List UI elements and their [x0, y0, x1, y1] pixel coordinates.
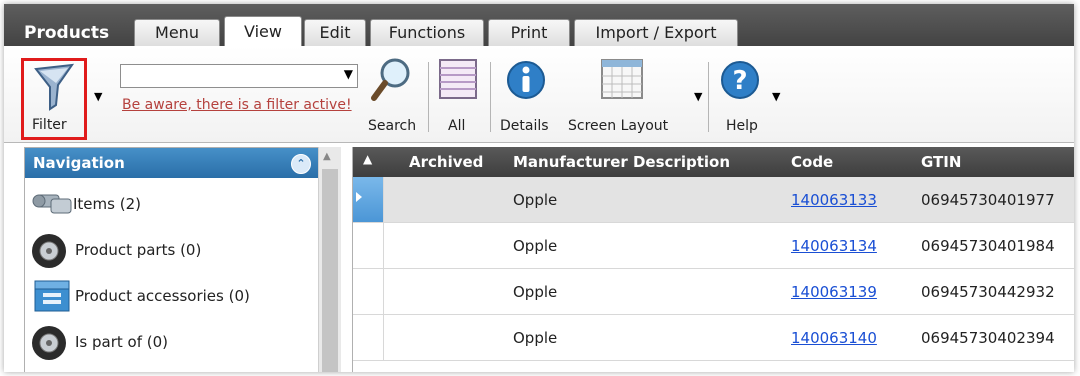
screen-layout-label: Screen Layout	[568, 118, 669, 134]
tab-menu[interactable]: Menu	[134, 19, 220, 46]
help-label: Help	[726, 118, 758, 134]
grid-header: ▲ Archived Manufacturer Description Code…	[353, 147, 1074, 177]
filter-dropdown-arrow[interactable]: ▼	[94, 90, 102, 103]
help-icon: ?	[721, 61, 759, 99]
navigation-scrollbar[interactable]: ▲	[318, 147, 341, 372]
details-button[interactable]: Details	[496, 56, 558, 138]
scroll-up-icon[interactable]: ▲	[323, 151, 331, 162]
row-selector[interactable]	[353, 315, 384, 360]
bolts-icon	[32, 194, 72, 214]
funnel-icon	[34, 63, 75, 111]
magnifier-icon	[371, 58, 410, 101]
nav-item-label: Product accessories (0)	[75, 287, 250, 305]
sort-ascending-icon[interactable]: ▲	[363, 152, 372, 166]
all-button[interactable]: All	[434, 56, 482, 138]
nav-item-label: Is part of (0)	[75, 333, 169, 351]
cell-manufacturer: Opple	[513, 329, 558, 347]
results-grid: ▲ Archived Manufacturer Description Code…	[352, 147, 1074, 372]
table-row[interactable]: Opple 140063139 06945730442932	[353, 269, 1074, 315]
tab-import-export[interactable]: Import / Export	[574, 19, 738, 46]
app-window: Products Menu View Edit Functions Print …	[4, 4, 1074, 372]
separator	[428, 62, 429, 132]
cell-gtin: 06945730402394	[921, 329, 1055, 347]
list-icon	[439, 59, 477, 99]
column-header-gtin[interactable]: GTIN	[921, 153, 961, 171]
all-label: All	[448, 118, 466, 134]
filter-combo[interactable]: ▼	[120, 64, 358, 88]
separator	[490, 62, 491, 132]
ribbon-toolbar: Filter ▼ ▼ Be aware, there is a filter a…	[4, 46, 1074, 143]
cell-gtin: 06945730442932	[921, 283, 1055, 301]
chevron-down-icon[interactable]: ▼	[344, 67, 353, 81]
grid-layout-icon	[601, 59, 643, 99]
nav-item-product-parts[interactable]: Product parts (0)	[25, 226, 319, 272]
cell-code-link[interactable]: 140063133	[791, 191, 877, 209]
scrollbar-thumb[interactable]	[322, 169, 338, 372]
table-row[interactable]: Opple 140063133 06945730401977	[353, 177, 1074, 223]
nav-item-is-part-of[interactable]: Is part of (0)	[25, 318, 319, 364]
accessories-box-icon	[34, 280, 70, 312]
navigation-header: Navigation ⌃	[25, 148, 319, 178]
cell-manufacturer: Opple	[513, 237, 558, 255]
column-header-archived[interactable]: Archived	[409, 153, 483, 171]
tab-view[interactable]: View	[224, 16, 302, 47]
tab-functions[interactable]: Functions	[370, 19, 484, 46]
details-label: Details	[500, 118, 549, 134]
nav-item-label: Product parts (0)	[75, 241, 202, 259]
tab-bar: Products Menu View Edit Functions Print …	[4, 4, 1074, 47]
table-row[interactable]: Opple 140063140 06945730402394	[353, 315, 1074, 361]
screen-layout-dropdown-arrow[interactable]: ▼	[694, 90, 702, 103]
filter-label: Filter	[32, 117, 67, 133]
cell-gtin: 06945730401984	[921, 237, 1055, 255]
nav-item-product-accessories[interactable]: Product accessories (0)	[25, 272, 319, 318]
filter-warning-link[interactable]: Be aware, there is a filter active!	[122, 97, 352, 113]
navigation-panel: Navigation ⌃ Items (2) Product parts (0)	[24, 147, 320, 372]
separator	[708, 62, 709, 132]
search-label: Search	[368, 118, 417, 134]
svg-text:?: ?	[732, 66, 747, 96]
current-row-pointer-icon	[356, 192, 362, 202]
cell-code-link[interactable]: 140063139	[791, 283, 877, 301]
cell-manufacturer: Opple	[513, 283, 558, 301]
table-row[interactable]: Opple 140063134 06945730401984	[353, 223, 1074, 269]
screen-layout-button[interactable]: Screen Layout	[564, 56, 678, 138]
cell-gtin: 06945730401977	[921, 191, 1055, 209]
collapse-icon[interactable]: ⌃	[291, 154, 311, 174]
cell-manufacturer: Opple	[513, 191, 558, 209]
tab-edit[interactable]: Edit	[304, 19, 366, 46]
info-icon	[507, 61, 545, 99]
tab-print[interactable]: Print	[488, 19, 570, 46]
cell-code-link[interactable]: 140063134	[791, 237, 877, 255]
tire-icon	[32, 326, 66, 360]
row-selector[interactable]	[353, 223, 384, 268]
help-button[interactable]: ? Help	[716, 56, 766, 138]
app-title: Products	[24, 23, 110, 43]
nav-item-label: Items (2)	[73, 195, 141, 213]
cell-code-link[interactable]: 140063140	[791, 329, 877, 347]
search-button[interactable]: Search	[362, 56, 422, 138]
help-dropdown-arrow[interactable]: ▼	[772, 90, 780, 103]
row-selector[interactable]	[353, 177, 384, 222]
navigation-title: Navigation	[33, 154, 125, 172]
row-selector[interactable]	[353, 269, 384, 314]
column-header-manufacturer[interactable]: Manufacturer Description	[513, 153, 730, 171]
nav-item-items[interactable]: Items (2)	[25, 180, 319, 226]
filter-button[interactable]: Filter	[21, 58, 87, 140]
tire-icon	[32, 234, 66, 268]
column-header-code[interactable]: Code	[791, 153, 833, 171]
